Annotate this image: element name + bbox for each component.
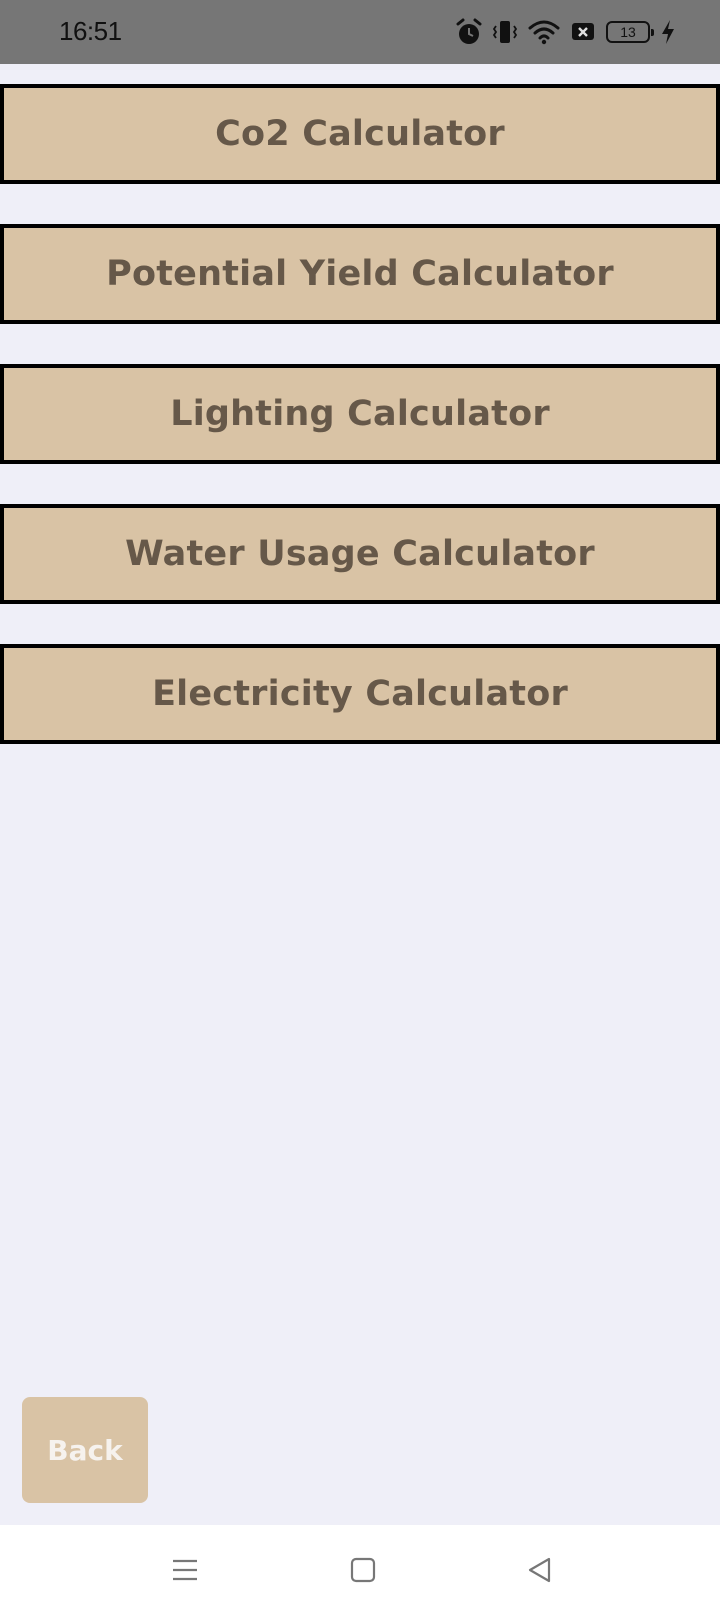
battery-icon: 13 xyxy=(606,21,654,43)
status-time: 16:51 xyxy=(59,16,122,46)
water-usage-calculator-button[interactable]: Water Usage Calculator xyxy=(0,504,720,604)
potential-yield-calculator-button[interactable]: Potential Yield Calculator xyxy=(0,224,720,324)
calculator-list: Co2 Calculator Potential Yield Calculato… xyxy=(0,84,720,784)
system-nav-bar xyxy=(0,1525,720,1612)
electricity-calculator-button[interactable]: Electricity Calculator xyxy=(0,644,720,744)
status-icons: 13 xyxy=(456,16,676,48)
battery-level: 13 xyxy=(620,24,636,40)
home-icon[interactable] xyxy=(346,1553,380,1587)
lighting-calculator-button[interactable]: Lighting Calculator xyxy=(0,364,720,464)
status-bar: 16:51 13 xyxy=(0,0,720,64)
alarm-icon xyxy=(456,18,482,46)
menu-icon[interactable] xyxy=(168,1553,202,1587)
co2-calculator-button[interactable]: Co2 Calculator xyxy=(0,84,720,184)
back-button[interactable]: Back xyxy=(22,1397,148,1503)
notification-x-icon xyxy=(570,18,596,46)
back-triangle-icon[interactable] xyxy=(523,1553,557,1587)
vibrate-icon xyxy=(492,18,518,46)
charging-bolt-icon xyxy=(660,19,676,45)
wifi-icon xyxy=(528,18,560,46)
